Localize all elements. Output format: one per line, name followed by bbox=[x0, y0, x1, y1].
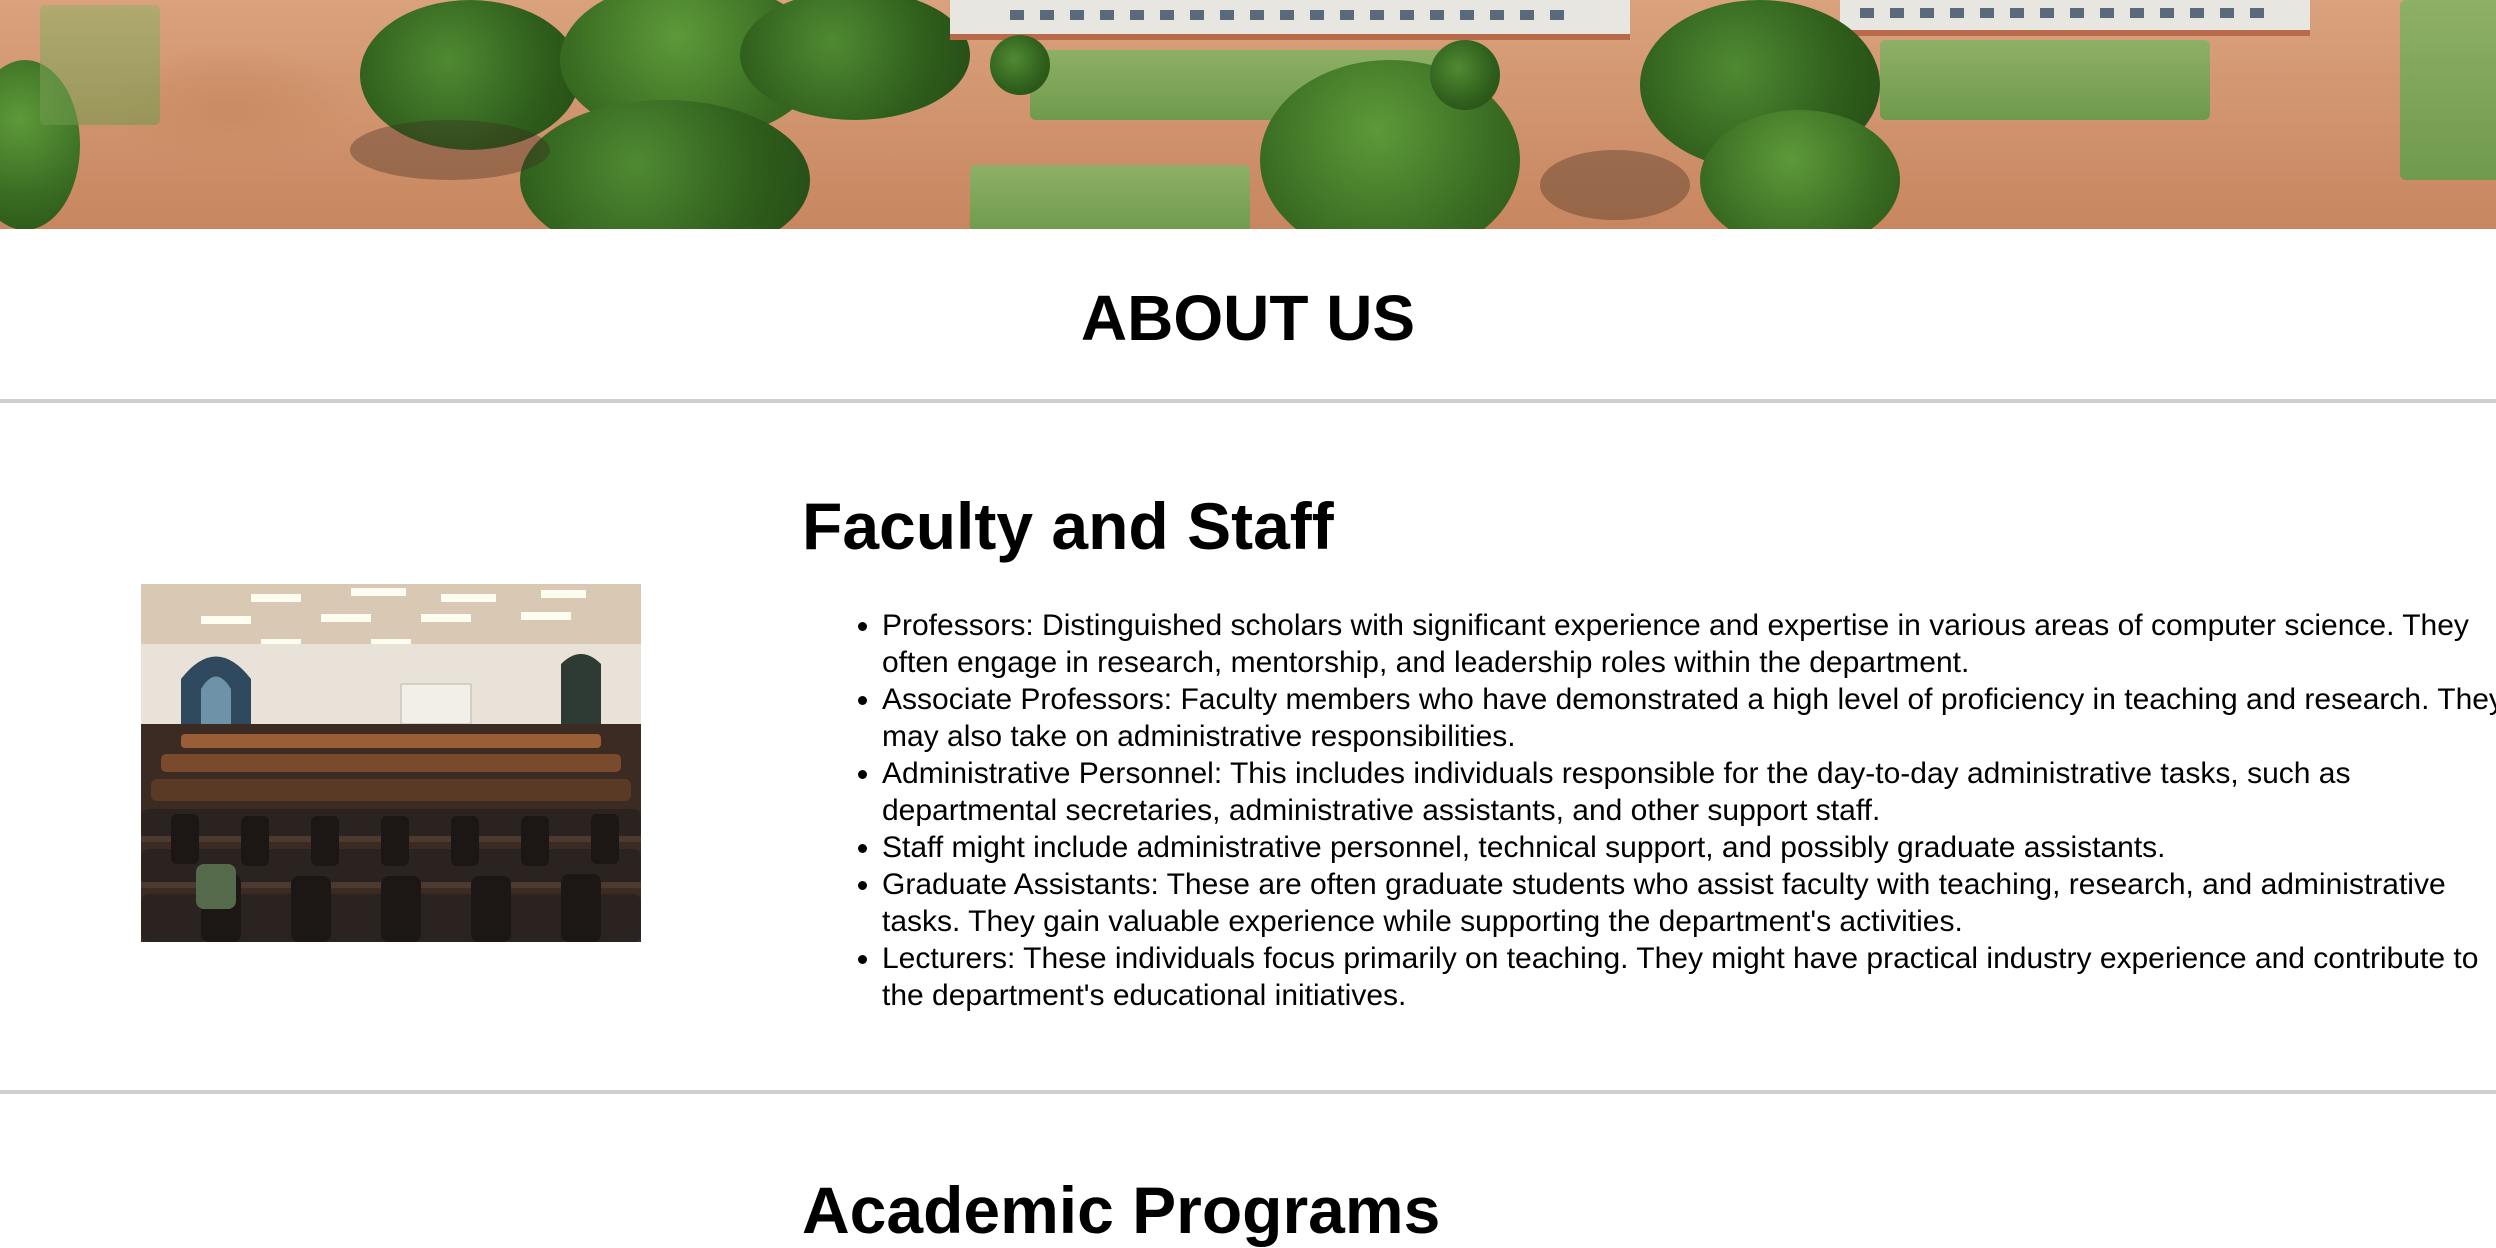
list-item: Professors: Distinguished scholars with … bbox=[882, 607, 2496, 681]
list-item: Lecturers: These individuals focus prima… bbox=[882, 940, 2496, 1014]
lecture-hall-image bbox=[141, 584, 641, 942]
list-item: Administrative Personnel: This includes … bbox=[882, 755, 2496, 829]
hero-banner-image bbox=[0, 0, 2496, 229]
list-item: Graduate Assistants: These are often gra… bbox=[882, 866, 2496, 940]
faculty-staff-list: Professors: Distinguished scholars with … bbox=[842, 607, 2496, 1014]
list-item: Staff might include administrative perso… bbox=[882, 829, 2496, 866]
section-divider bbox=[0, 399, 2496, 403]
faculty-staff-heading: Faculty and Staff bbox=[802, 489, 1334, 563]
section-divider bbox=[0, 1090, 2496, 1094]
next-section-heading: Academic Programs bbox=[802, 1173, 1441, 1247]
list-item: Associate Professors: Faculty members wh… bbox=[882, 681, 2496, 755]
page-title: ABOUT US bbox=[1080, 282, 1416, 354]
